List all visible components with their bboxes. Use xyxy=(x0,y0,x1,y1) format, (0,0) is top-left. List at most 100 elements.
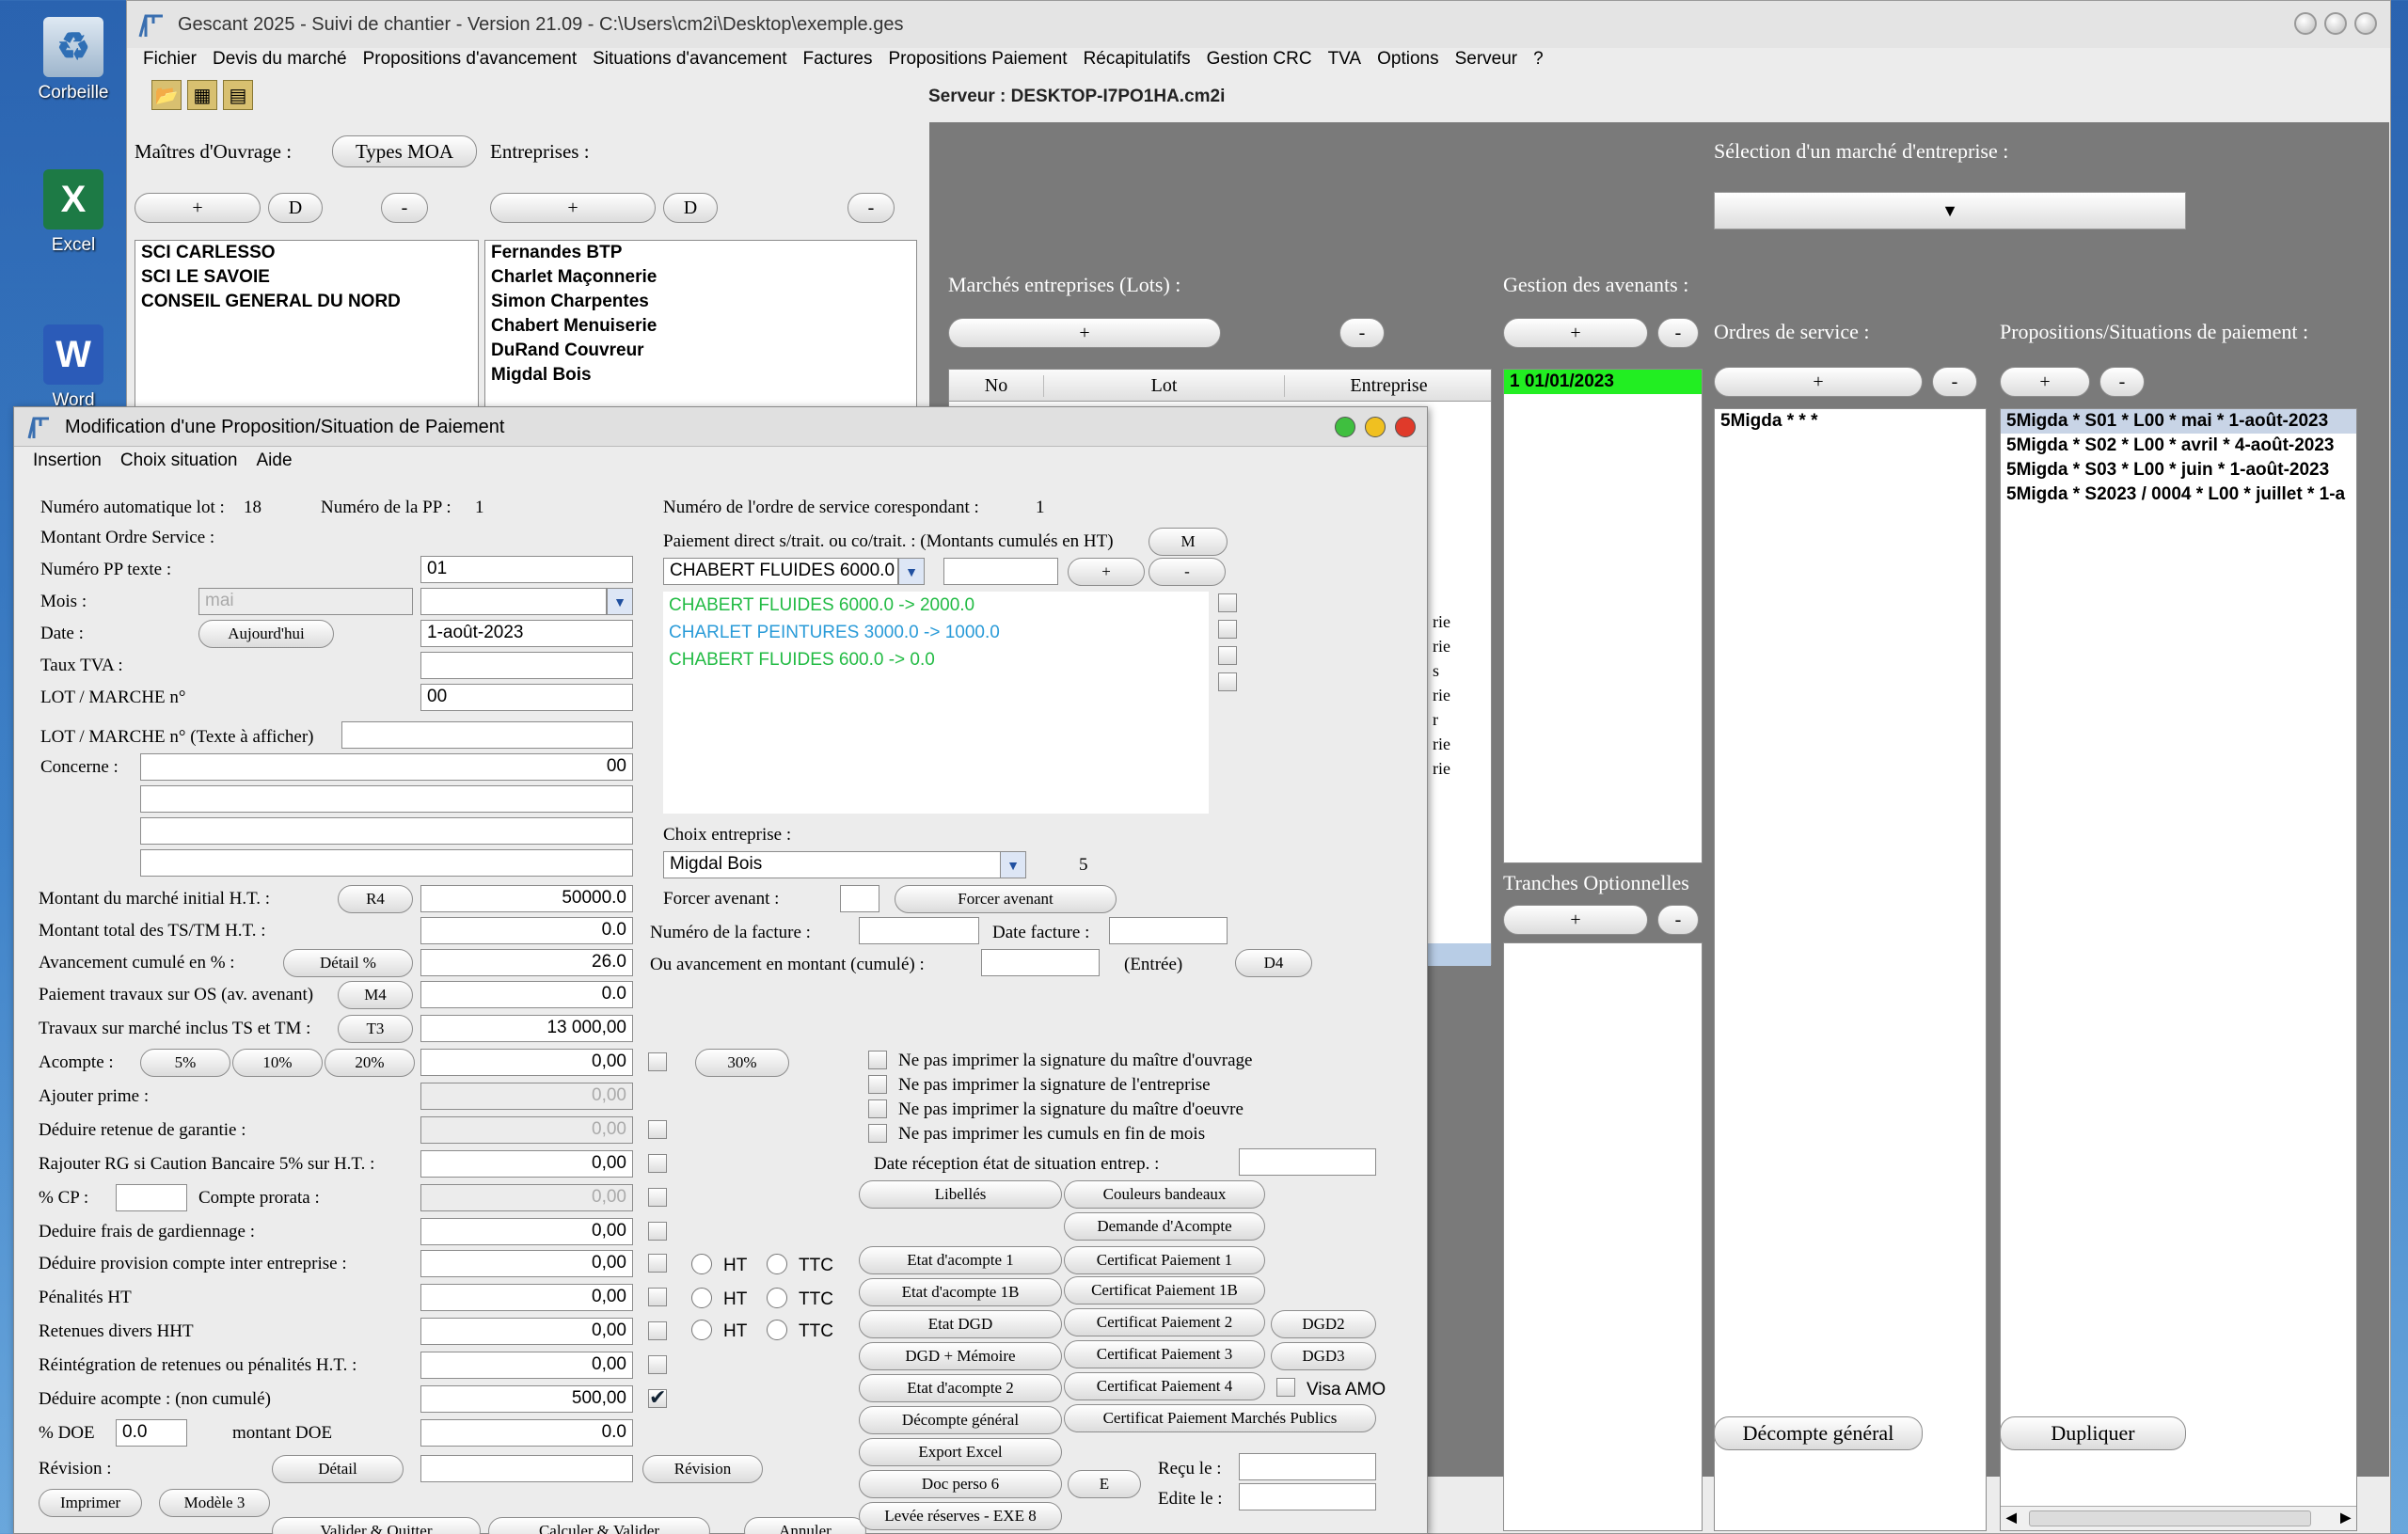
dialog-maximize-button[interactable] xyxy=(1365,417,1386,437)
date-input[interactable]: 1-août-2023 xyxy=(420,620,633,647)
chevron-down-icon[interactable]: ▼ xyxy=(1000,851,1026,878)
table-cell[interactable]: rie xyxy=(1433,759,1450,779)
list-item[interactable]: SCI LE SAVOIE xyxy=(135,265,478,290)
valider-quitter-button[interactable]: Valider & Quitter xyxy=(272,1517,481,1534)
menu-insertion[interactable]: Insertion xyxy=(33,451,102,471)
pct20-button[interactable]: 20% xyxy=(325,1049,415,1077)
remove-paiement-direct-button[interactable]: - xyxy=(1149,558,1226,586)
reintegration-input[interactable]: 0,00 xyxy=(420,1352,633,1379)
menu-choix-situation[interactable]: Choix situation xyxy=(120,451,238,471)
deduire-acompte-checkbox[interactable]: ✔ xyxy=(648,1387,667,1408)
detail-revision-button[interactable]: Détail xyxy=(272,1455,404,1483)
deduire-acompte-input[interactable]: 500,00 xyxy=(420,1385,633,1413)
minimize-button[interactable] xyxy=(2294,12,2317,35)
certificat-4-button[interactable]: Certificat Paiement 4 xyxy=(1064,1372,1265,1400)
r4-button[interactable]: R4 xyxy=(338,885,413,913)
provision-input[interactable]: 0,00 xyxy=(420,1250,633,1277)
montant-doe-input[interactable]: 0.0 xyxy=(420,1419,633,1447)
dgd3-button[interactable]: DGD3 xyxy=(1271,1342,1376,1370)
no-sig-entreprise-checkbox[interactable] xyxy=(868,1075,887,1094)
no-sig-moa-checkbox[interactable] xyxy=(868,1051,887,1069)
pct5-button[interactable]: 5% xyxy=(140,1049,230,1077)
mois-select[interactable] xyxy=(420,588,607,615)
m-button[interactable]: M xyxy=(1149,528,1228,556)
concerne-input-1[interactable]: 00 xyxy=(140,753,633,781)
add-entreprise-button[interactable]: + xyxy=(490,193,656,223)
pd-checkbox-4[interactable] xyxy=(1218,672,1237,691)
menu-help[interactable]: ? xyxy=(1533,49,1544,70)
dgd2-button[interactable]: DGD2 xyxy=(1271,1310,1376,1338)
imprimer-button[interactable]: Imprimer xyxy=(39,1489,143,1517)
list-item[interactable]: SCI CARLESSO xyxy=(135,241,478,265)
num-facture-input[interactable] xyxy=(859,917,979,944)
provision-ht-radio[interactable] xyxy=(691,1254,712,1274)
add-tranche-button[interactable]: + xyxy=(1503,905,1648,935)
reintegration-checkbox[interactable] xyxy=(648,1355,667,1374)
penalites-checkbox[interactable] xyxy=(648,1288,667,1306)
menu-propositions-avancement[interactable]: Propositions d'avancement xyxy=(363,49,578,70)
certificat-3-button[interactable]: Certificat Paiement 3 xyxy=(1064,1340,1265,1368)
list-item[interactable]: Charlet Maçonnerie xyxy=(485,265,916,290)
table-cell[interactable]: rie xyxy=(1433,735,1450,754)
list-item[interactable]: CHABERT FLUIDES 6000.0 -> 2000.0 xyxy=(669,595,974,616)
couleurs-bandeaux-button[interactable]: Couleurs bandeaux xyxy=(1064,1180,1265,1209)
chevron-down-icon[interactable]: ▼ xyxy=(898,558,925,585)
penalites-ht-radio[interactable] xyxy=(691,1288,712,1308)
date-facture-input[interactable] xyxy=(1109,917,1228,944)
scroll-left-icon[interactable]: ◀ xyxy=(2006,1510,2017,1526)
ajouter-prime-input[interactable]: 0,00 xyxy=(420,1083,633,1110)
chevron-down-icon[interactable]: ▼ xyxy=(607,588,633,615)
lot-texte-input[interactable] xyxy=(341,721,633,749)
menu-tva[interactable]: TVA xyxy=(1328,49,1362,70)
column-header-lot[interactable]: Lot xyxy=(1043,375,1284,397)
retenues-input[interactable]: 0,00 xyxy=(420,1318,633,1345)
spreadsheet-icon[interactable]: ▦ xyxy=(187,80,217,110)
compte-prorata-input[interactable]: 0,00 xyxy=(420,1184,633,1211)
scroll-right-icon[interactable]: ▶ xyxy=(2340,1510,2351,1526)
rajouter-rg-input[interactable]: 0,00 xyxy=(420,1150,633,1178)
montant-initial-input[interactable]: 50000.0 xyxy=(420,885,633,912)
list-item[interactable]: 5Migda * * * xyxy=(1715,409,1986,434)
book-icon[interactable]: ▤ xyxy=(223,80,253,110)
list-item[interactable]: CONSEIL GENERAL DU NORD xyxy=(135,290,478,314)
paiement-direct-list[interactable]: CHABERT FLUIDES 6000.0 -> 2000.0 CHARLET… xyxy=(663,592,1209,814)
visa-amo-checkbox[interactable] xyxy=(1276,1378,1295,1397)
pd-checkbox-2[interactable] xyxy=(1218,620,1237,639)
desktop-icon-corbeille[interactable]: ♻ Corbeille xyxy=(17,17,130,103)
avancement-input[interactable]: 26.0 xyxy=(420,949,633,976)
pd-checkbox-1[interactable] xyxy=(1218,593,1237,612)
frais-gard-checkbox[interactable] xyxy=(648,1222,667,1241)
add-avenant-button[interactable]: + xyxy=(1503,318,1648,348)
entreprises-list[interactable]: Fernandes BTP Charlet Maçonnerie Simon C… xyxy=(484,240,917,419)
d4-button[interactable]: D4 xyxy=(1235,949,1312,977)
add-paiement-direct-button[interactable]: + xyxy=(1068,558,1145,586)
concerne-input-2[interactable] xyxy=(140,785,633,813)
d-moa-button[interactable]: D xyxy=(268,193,323,223)
types-moa-button[interactable]: Types MOA xyxy=(332,135,477,167)
close-button[interactable] xyxy=(2354,12,2377,35)
dialog-minimize-button[interactable] xyxy=(1335,417,1355,437)
etat-dgd-button[interactable]: Etat DGD xyxy=(859,1310,1062,1338)
remove-pp-button[interactable]: - xyxy=(2099,367,2145,397)
forcer-avenant-button[interactable]: Forcer avenant xyxy=(895,885,1117,913)
decompte-general-button[interactable]: Décompte général xyxy=(1714,1416,1923,1450)
libelles-button[interactable]: Libellés xyxy=(859,1180,1062,1209)
deduire-rg-input[interactable]: 0,00 xyxy=(420,1116,633,1144)
rajouter-rg-checkbox[interactable] xyxy=(648,1154,667,1173)
demande-acompte-button[interactable]: Demande d'Acompte xyxy=(1064,1212,1265,1241)
list-item[interactable]: CHARLET PEINTURES 3000.0 -> 1000.0 xyxy=(669,623,1000,643)
table-cell[interactable]: rie xyxy=(1433,612,1450,632)
pd-checkbox-3[interactable] xyxy=(1218,646,1237,665)
export-excel-button[interactable]: Export Excel xyxy=(859,1438,1062,1466)
dialog-close-button[interactable] xyxy=(1395,417,1416,437)
detail-pct-button[interactable]: Détail % xyxy=(283,949,413,977)
etat-acompte-1-button[interactable]: Etat d'acompte 1 xyxy=(859,1246,1062,1274)
concerne-input-4[interactable] xyxy=(140,849,633,877)
frais-gard-input[interactable]: 0,00 xyxy=(420,1218,633,1245)
retenues-ht-radio[interactable] xyxy=(691,1320,712,1340)
dupliquer-button[interactable]: Dupliquer xyxy=(2000,1416,2186,1450)
concerne-input-3[interactable] xyxy=(140,817,633,845)
column-header-entreprise[interactable]: Entreprise xyxy=(1284,375,1493,397)
open-folder-icon[interactable]: 📂 xyxy=(151,80,182,110)
revision-button[interactable]: Révision xyxy=(642,1455,763,1483)
